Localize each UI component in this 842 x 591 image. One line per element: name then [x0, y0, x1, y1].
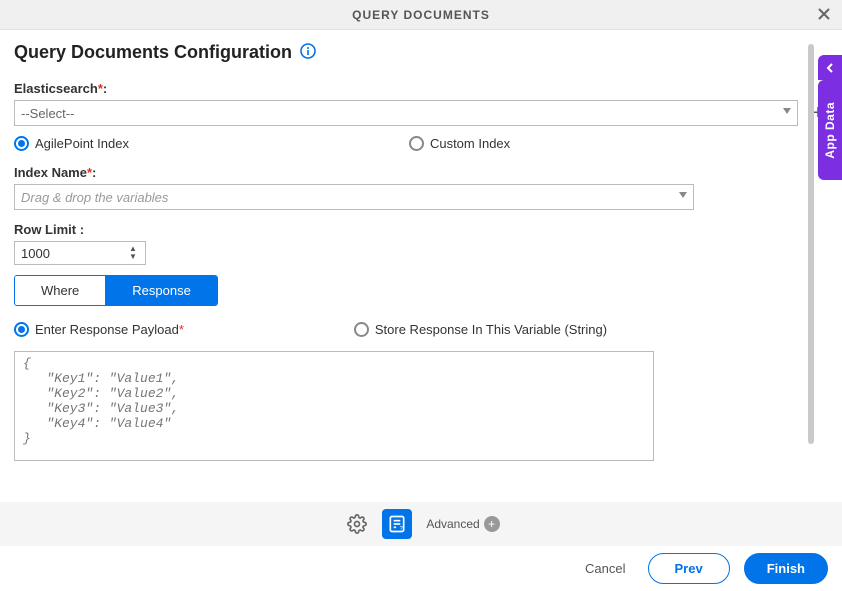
- row-limit-input[interactable]: 1000 ▲ ▼: [14, 241, 146, 265]
- radio-label: Store Response In This Variable (String): [375, 322, 607, 337]
- scrollbar-thumb[interactable]: [808, 44, 814, 444]
- radio-icon: [409, 136, 424, 151]
- page-title: Query Documents Configuration: [14, 42, 292, 63]
- finish-button[interactable]: Finish: [744, 553, 828, 584]
- chevron-down-icon: [783, 108, 791, 114]
- radio-label: Enter Response Payload*: [35, 322, 184, 337]
- response-payload-input[interactable]: [14, 351, 654, 461]
- footer-toolbar: ? Advanced +: [0, 502, 842, 546]
- chevron-down-icon[interactable]: ▼: [129, 253, 143, 261]
- radio-icon: [14, 322, 29, 337]
- row-limit-value: 1000: [21, 246, 50, 261]
- cancel-button[interactable]: Cancel: [577, 555, 633, 582]
- index-name-label: Index Name*:: [14, 165, 828, 180]
- elasticsearch-select-value: --Select--: [21, 106, 74, 121]
- radio-custom-index[interactable]: Custom Index: [409, 136, 510, 151]
- radio-icon: [14, 136, 29, 151]
- advanced-add-button[interactable]: +: [484, 516, 500, 532]
- row-limit-label: Row Limit :: [14, 222, 828, 237]
- radio-store-response-variable[interactable]: Store Response In This Variable (String): [354, 322, 607, 337]
- advanced-label: Advanced +: [426, 516, 499, 532]
- tab-response[interactable]: Response: [106, 276, 217, 305]
- tab-where[interactable]: Where: [15, 276, 106, 305]
- prev-button[interactable]: Prev: [648, 553, 730, 584]
- info-icon[interactable]: [300, 43, 316, 62]
- radio-icon: [354, 322, 369, 337]
- quantity-stepper[interactable]: ▲ ▼: [129, 243, 143, 263]
- radio-label: Custom Index: [430, 136, 510, 151]
- elasticsearch-select[interactable]: --Select--: [14, 100, 798, 126]
- app-data-expand-button[interactable]: [818, 55, 842, 80]
- dialog-title: QUERY DOCUMENTS: [352, 8, 490, 22]
- close-icon[interactable]: [816, 6, 832, 25]
- chevron-down-icon: [679, 192, 687, 198]
- radio-agilepoint-index[interactable]: AgilePoint Index: [14, 136, 129, 151]
- elasticsearch-label: Elasticsearch*:: [14, 81, 828, 96]
- index-name-placeholder: Drag & drop the variables: [21, 190, 168, 205]
- radio-enter-response-payload[interactable]: Enter Response Payload*: [14, 322, 184, 337]
- app-data-tab[interactable]: App Data: [818, 80, 842, 180]
- form-icon[interactable]: ?: [382, 509, 412, 539]
- tab-bar: Where Response: [14, 275, 218, 306]
- footer-actions: Cancel Prev Finish: [0, 546, 842, 591]
- settings-icon[interactable]: [342, 509, 372, 539]
- index-name-select[interactable]: Drag & drop the variables: [14, 184, 694, 210]
- radio-label: AgilePoint Index: [35, 136, 129, 151]
- scrollbar[interactable]: [808, 44, 814, 444]
- app-data-label: App Data: [823, 102, 837, 159]
